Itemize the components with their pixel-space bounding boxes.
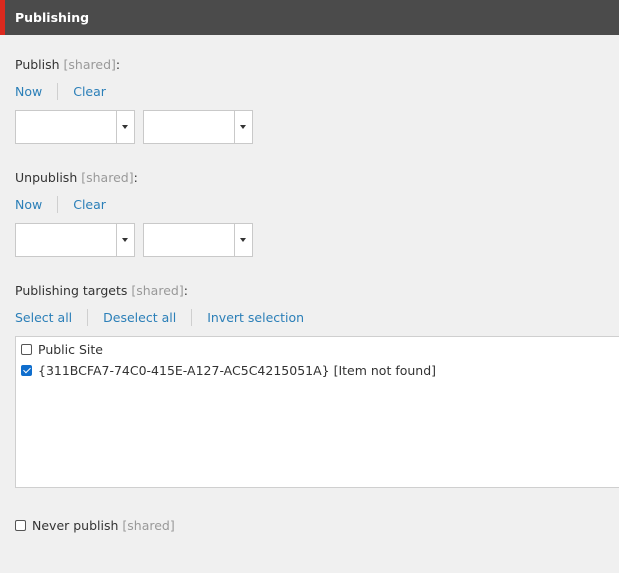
publish-now-link[interactable]: Now	[15, 84, 42, 99]
unpublish-label-text: Unpublish	[15, 170, 78, 185]
target-label: Public Site	[38, 342, 103, 357]
publish-label-text: Publish	[15, 57, 60, 72]
divider	[87, 308, 89, 326]
checkbox-checked[interactable]	[21, 365, 32, 376]
target-label: {311BCFA7-74C0-415E-A127-AC5C4215051A} […	[38, 363, 437, 378]
checkbox[interactable]	[21, 344, 32, 355]
publish-actions: Now Clear	[15, 82, 106, 100]
publish-time-picker[interactable]	[143, 110, 253, 144]
select-all-link[interactable]: Select all	[15, 310, 72, 325]
unpublish-label: Unpublish [shared]:	[15, 170, 138, 185]
never-publish-row[interactable]: Never publish [shared]	[15, 518, 175, 533]
section-title: Publishing	[15, 10, 90, 25]
publish-shared-tag: [shared]	[63, 57, 116, 72]
chevron-down-icon[interactable]	[234, 224, 252, 256]
targets-shared-tag: [shared]	[131, 283, 184, 298]
unpublish-time-picker[interactable]	[143, 223, 253, 257]
deselect-all-link[interactable]: Deselect all	[103, 310, 176, 325]
chevron-down-icon[interactable]	[234, 111, 252, 143]
divider	[57, 82, 59, 100]
publish-clear-link[interactable]: Clear	[73, 84, 106, 99]
unpublish-colon: :	[133, 170, 138, 185]
never-publish-checkbox[interactable]	[15, 520, 26, 531]
targets-label-text: Publishing targets	[15, 283, 128, 298]
publish-colon: :	[115, 57, 121, 72]
unpublish-clear-link[interactable]: Clear	[73, 197, 106, 212]
unpublish-now-link[interactable]: Now	[15, 197, 42, 212]
target-item[interactable]: Public Site	[21, 342, 103, 357]
unpublish-shared-tag: [shared]	[81, 170, 134, 185]
divider	[191, 308, 193, 326]
target-item[interactable]: {311BCFA7-74C0-415E-A127-AC5C4215051A} […	[21, 363, 436, 378]
divider	[57, 195, 59, 213]
section-header[interactable]: Publishing	[0, 0, 619, 35]
targets-colon: :	[183, 283, 188, 298]
never-publish-label: Never publish	[32, 518, 119, 533]
invert-selection-link[interactable]: Invert selection	[207, 310, 304, 325]
publish-date-picker[interactable]	[15, 110, 135, 144]
unpublish-date-picker[interactable]	[15, 223, 135, 257]
targets-label: Publishing targets [shared]:	[15, 283, 188, 298]
chevron-down-icon[interactable]	[116, 111, 134, 143]
publish-label: Publish [shared]:	[15, 57, 120, 72]
unpublish-actions: Now Clear	[15, 195, 106, 213]
publishing-targets-list[interactable]: Public Site {311BCFA7-74C0-415E-A127-AC5…	[15, 336, 619, 488]
targets-actions: Select all Deselect all Invert selection	[15, 308, 304, 326]
chevron-down-icon[interactable]	[116, 224, 134, 256]
never-publish-shared-tag: [shared]	[122, 518, 175, 533]
